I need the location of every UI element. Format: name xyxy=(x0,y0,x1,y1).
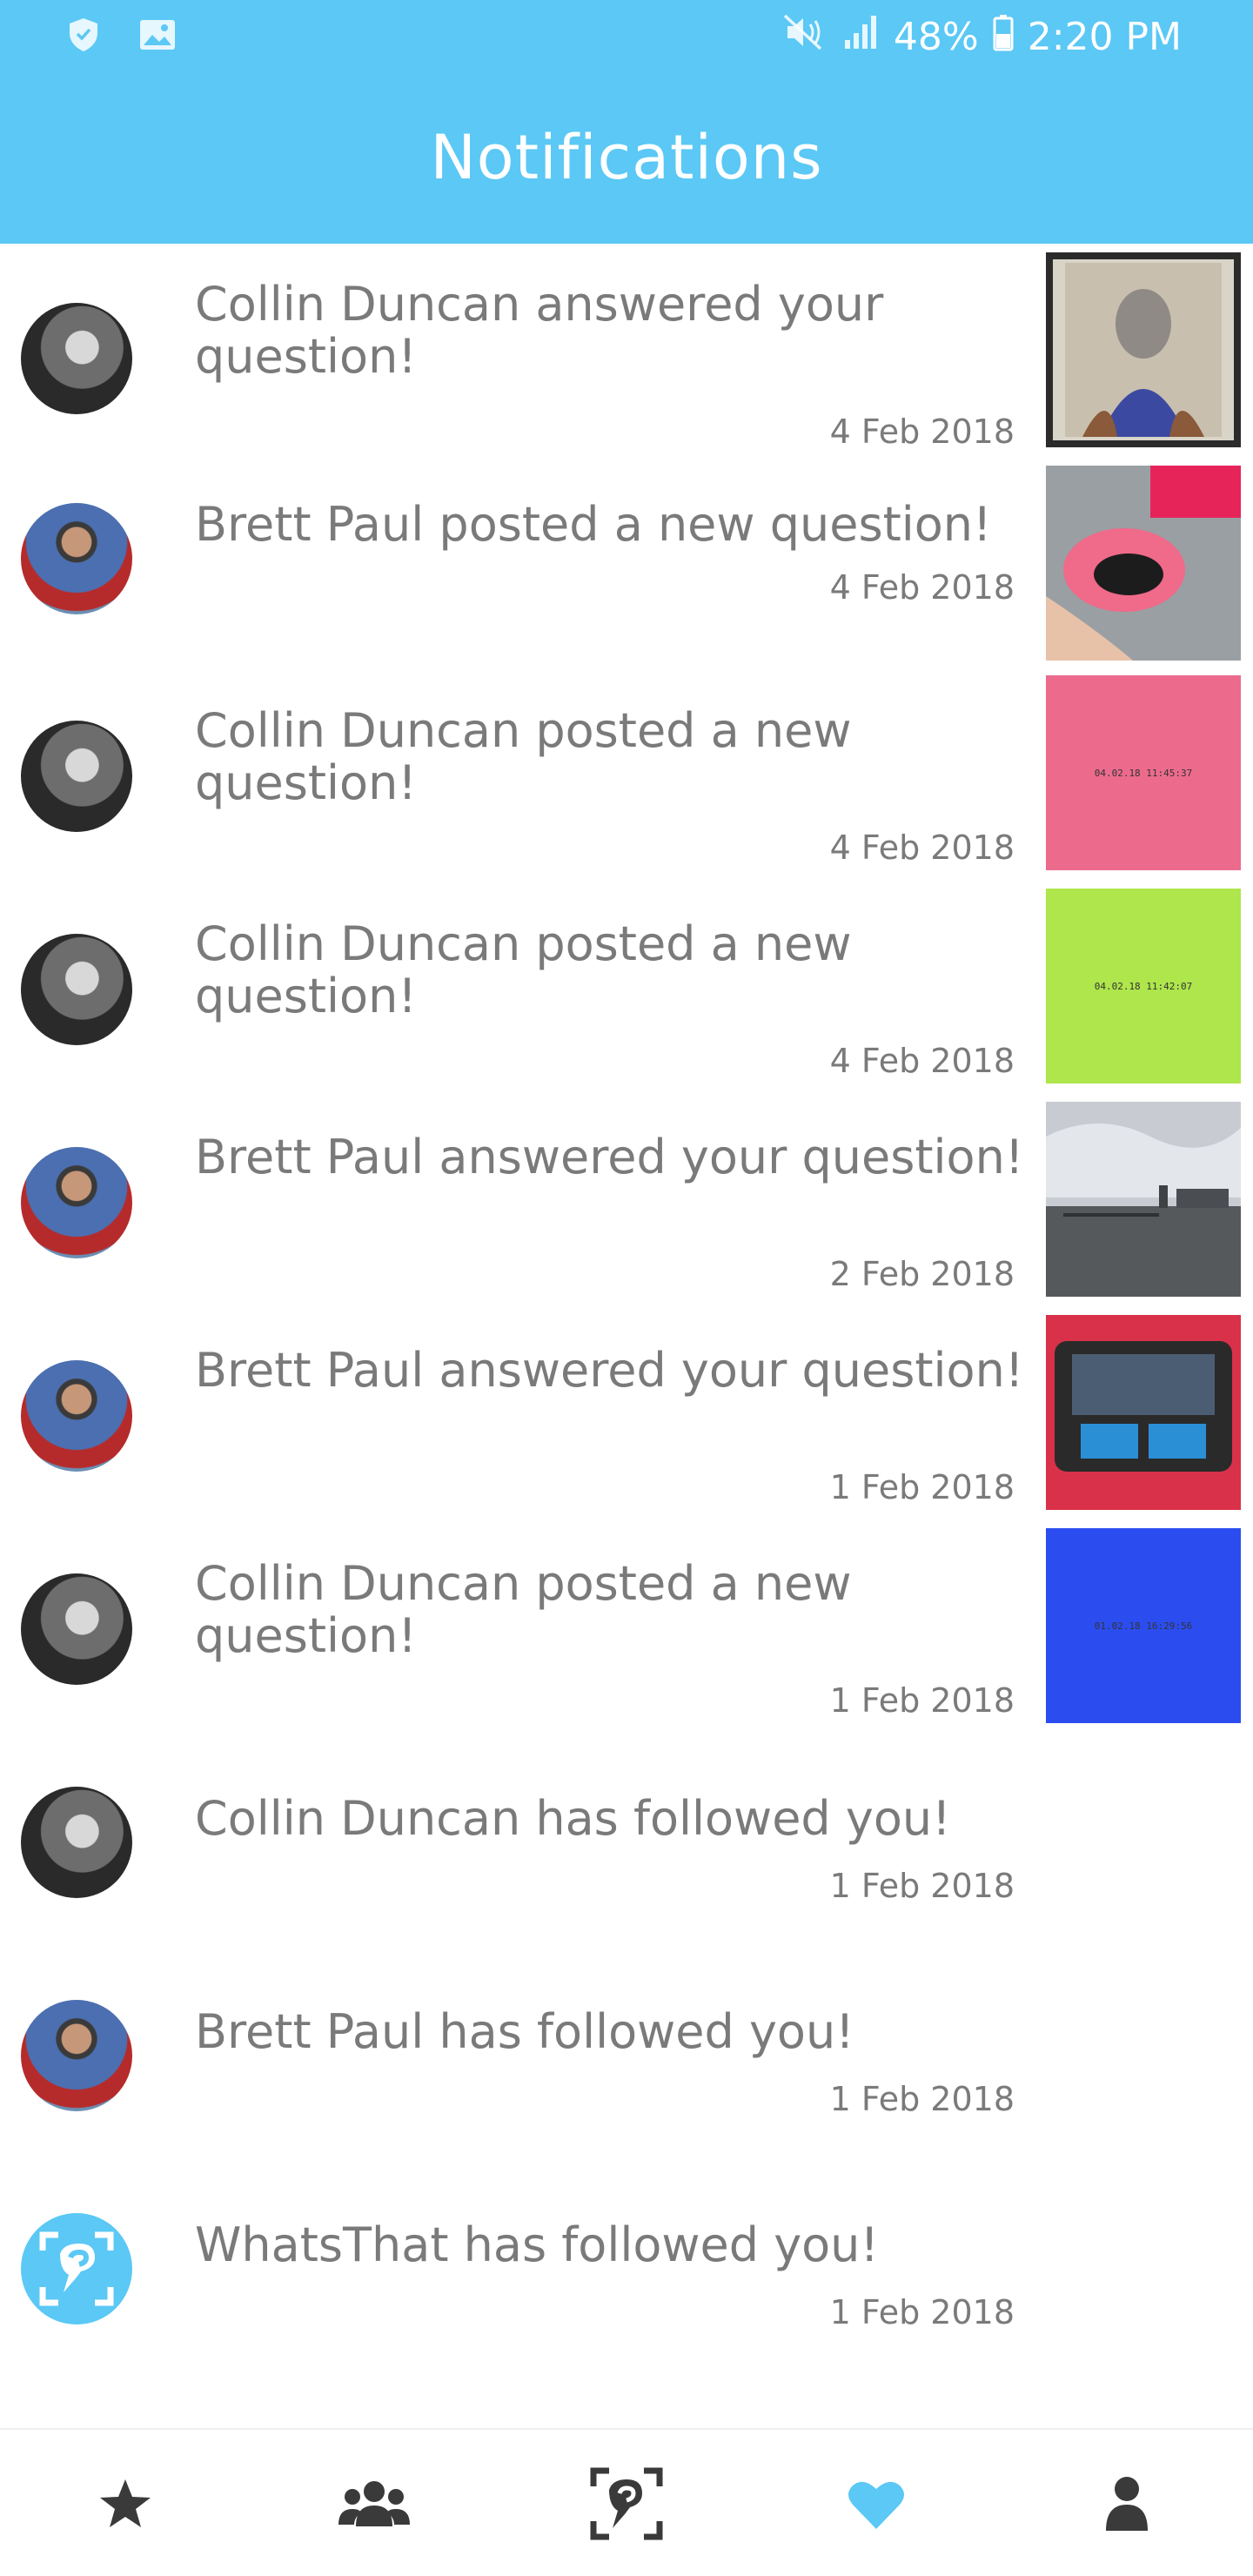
heart-icon xyxy=(848,2481,904,2529)
notification-date: 1 Feb 2018 xyxy=(829,2080,1015,2118)
thumbnail-timestamp: 04.02.18 11:45:37 xyxy=(1094,767,1193,779)
battery-percent: 48% xyxy=(893,14,979,59)
question-camera-icon xyxy=(590,2467,663,2540)
notification-text: WhatsThat has followed you! xyxy=(195,2217,880,2272)
notification-date: 4 Feb 2018 xyxy=(829,1042,1015,1080)
avatar[interactable] xyxy=(21,1787,132,1898)
shield-icon xyxy=(64,16,103,57)
notification-item[interactable]: WhatsThat has followed you! 1 Feb 2018 xyxy=(0,2171,1253,2385)
battery-icon xyxy=(993,13,1014,61)
notification-date: 1 Feb 2018 xyxy=(829,1681,1015,1720)
clock: 2:20 PM xyxy=(1027,14,1182,59)
question-thumbnail[interactable] xyxy=(1046,466,1241,661)
notification-item[interactable]: Brett Paul answered your question! 2 Feb… xyxy=(0,1102,1253,1318)
avatar[interactable] xyxy=(21,1147,132,1258)
avatar[interactable] xyxy=(21,303,132,414)
nav-ask-question[interactable] xyxy=(583,2465,670,2543)
game-console-image xyxy=(1046,1315,1241,1510)
avatar[interactable] xyxy=(21,1573,132,1685)
notification-date: 2 Feb 2018 xyxy=(829,1255,1015,1293)
notification-text: Brett Paul answered your question! xyxy=(195,1130,1024,1184)
notification-date: 1 Feb 2018 xyxy=(829,1867,1015,1905)
notification-text: Collin Duncan has followed you! xyxy=(195,1791,951,1846)
notification-text: Collin Duncan posted a new question! xyxy=(195,1556,852,1663)
bottom-navigation xyxy=(0,2428,1253,2576)
notification-text: Brett Paul answered your question! xyxy=(195,1343,1024,1398)
avatar[interactable] xyxy=(21,721,132,832)
thumbnail-timestamp: 04.02.18 11:42:07 xyxy=(1094,980,1193,992)
notification-item[interactable]: Brett Paul answered your question! 1 Feb… xyxy=(0,1315,1253,1532)
avatar[interactable] xyxy=(21,1360,132,1472)
pink-shoe-image xyxy=(1046,466,1241,661)
star-icon xyxy=(100,2479,151,2527)
notification-text: Collin Duncan answered your question! xyxy=(195,277,884,384)
question-thumbnail[interactable]: 04.02.18 11:42:07 xyxy=(1046,889,1241,1083)
notification-date: 4 Feb 2018 xyxy=(829,568,1015,607)
page-title: Notifications xyxy=(430,122,823,193)
notification-date: 4 Feb 2018 xyxy=(829,828,1015,867)
notification-text: Brett Paul has followed you! xyxy=(195,2004,854,2059)
notification-item[interactable]: Collin Duncan posted a new question! 4 F… xyxy=(0,889,1253,1105)
avatar[interactable] xyxy=(21,2213,132,2324)
image-icon xyxy=(137,16,178,57)
notification-text: Collin Duncan posted a new question! xyxy=(195,916,852,1023)
avatar[interactable] xyxy=(21,503,132,614)
signal-icon xyxy=(840,12,880,62)
nav-community[interactable] xyxy=(331,2465,418,2543)
avatar[interactable] xyxy=(21,934,132,1045)
status-bar: 48% 2:20 PM xyxy=(0,0,1253,73)
question-thumbnail[interactable]: 04.02.18 11:45:37 xyxy=(1046,675,1241,870)
notification-item[interactable]: Collin Duncan posted a new question! 1 F… xyxy=(0,1528,1253,1745)
painting-image xyxy=(1065,263,1222,437)
question-thumbnail[interactable] xyxy=(1046,1315,1241,1510)
notification-item[interactable]: Collin Duncan posted a new question! 4 F… xyxy=(0,675,1253,892)
nav-notifications[interactable] xyxy=(833,2465,920,2543)
notification-item[interactable]: Collin Duncan has followed you! 1 Feb 20… xyxy=(0,1745,1253,1958)
nav-profile[interactable] xyxy=(1083,2465,1170,2543)
thumbnail-timestamp: 01.02.18 16:29:56 xyxy=(1094,1620,1193,1632)
harbor-image xyxy=(1046,1102,1241,1297)
mute-icon xyxy=(782,12,826,62)
question-thumbnail[interactable] xyxy=(1046,1102,1241,1297)
notification-text: Collin Duncan posted a new question! xyxy=(195,703,852,810)
question-thumbnail[interactable]: 01.02.18 16:29:56 xyxy=(1046,1528,1241,1723)
notification-date: 4 Feb 2018 xyxy=(829,413,1015,451)
group-icon xyxy=(338,2481,410,2526)
notification-date: 1 Feb 2018 xyxy=(829,1468,1015,1506)
profile-icon xyxy=(1106,2477,1148,2531)
notification-item[interactable]: Collin Duncan answered your question! 4 … xyxy=(0,252,1253,466)
nav-favorites[interactable] xyxy=(82,2465,169,2543)
notification-item[interactable]: Brett Paul has followed you! 1 Feb 2018 xyxy=(0,1958,1253,2171)
question-thumbnail[interactable] xyxy=(1046,252,1241,447)
notification-date: 1 Feb 2018 xyxy=(829,2293,1015,2331)
notification-item[interactable]: Brett Paul posted a new question! 4 Feb … xyxy=(0,466,1253,679)
app-header: 48% 2:20 PM Notifications xyxy=(0,0,1253,244)
avatar[interactable] xyxy=(21,2000,132,2111)
notification-text: Brett Paul posted a new question! xyxy=(195,497,992,552)
whatsthat-logo-icon xyxy=(39,2231,114,2306)
